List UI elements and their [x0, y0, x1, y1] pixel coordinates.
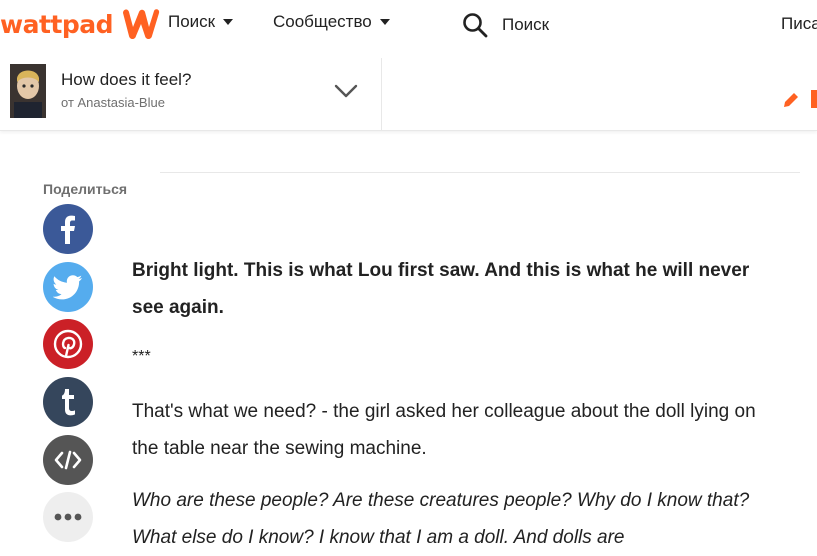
pinterest-icon — [53, 329, 83, 359]
section-break: *** — [132, 348, 151, 365]
search-bar[interactable]: Поиск — [462, 8, 549, 42]
logo-text: wattpad — [0, 9, 114, 39]
share-twitter-button[interactable] — [43, 262, 93, 312]
share-pinterest-button[interactable] — [43, 319, 93, 369]
edit-button-edge[interactable] — [811, 90, 817, 108]
story-author[interactable]: от Anastasia-Blue — [61, 95, 165, 110]
share-embed-button[interactable] — [43, 435, 93, 485]
share-more-button[interactable] — [43, 492, 93, 542]
top-nav: wattpad Поиск Сообщество Поиск Писа — [0, 0, 817, 54]
story-header: How does it feel? от Anastasia-Blue — [0, 58, 817, 131]
content-divider — [160, 172, 800, 173]
share-tumblr-button[interactable] — [43, 377, 93, 427]
code-embed-icon — [54, 450, 82, 470]
write-menu[interactable]: Писа — [781, 14, 817, 34]
community-menu[interactable]: Сообщество — [273, 12, 390, 32]
header-divider — [381, 58, 382, 130]
cover-art — [10, 64, 46, 118]
tumblr-icon — [62, 389, 75, 416]
chevron-down-icon[interactable] — [333, 82, 359, 100]
twitter-icon — [53, 275, 82, 300]
more-dots-icon — [54, 513, 82, 521]
story-title[interactable]: How does it feel? — [61, 70, 191, 90]
browse-label: Поиск — [168, 12, 216, 31]
story-paragraph-2: That's what we need? - the girl asked he… — [132, 401, 756, 459]
search-input[interactable]: Поиск — [502, 15, 549, 35]
browse-menu[interactable]: Поиск — [168, 12, 234, 32]
share-label: Поделиться — [43, 181, 128, 197]
caret-down-icon — [223, 19, 234, 25]
story-paragraph-1: Bright light. This is what Lou first saw… — [132, 260, 750, 318]
wattpad-w-icon — [123, 9, 160, 39]
wattpad-logo[interactable]: wattpad — [0, 6, 163, 42]
pencil-icon[interactable] — [781, 90, 801, 110]
search-icon — [463, 13, 488, 38]
caret-down-icon — [379, 19, 390, 25]
facebook-icon — [61, 215, 75, 244]
community-label: Сообщество — [273, 12, 372, 31]
share-facebook-button[interactable] — [43, 204, 93, 254]
story-cover-image[interactable] — [10, 64, 46, 118]
